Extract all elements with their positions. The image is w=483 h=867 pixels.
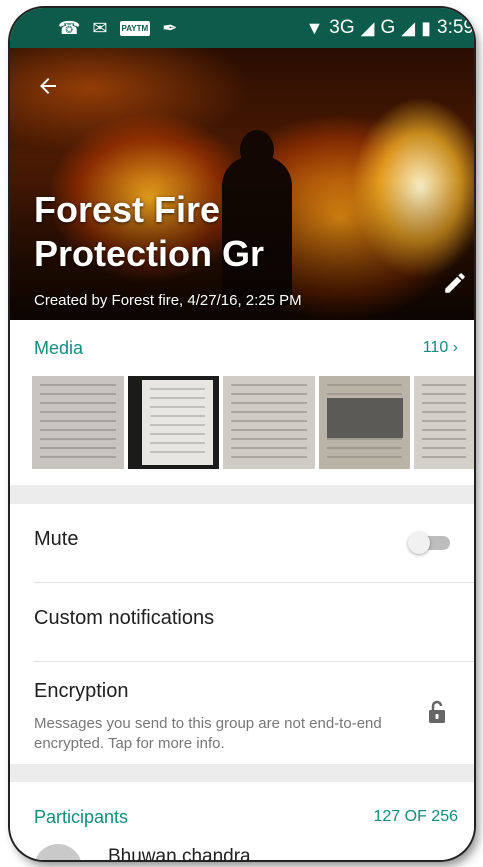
group-header-photo: Forest Fire Protection Gr Created by For…: [10, 48, 474, 320]
custom-notifications-label: Custom notifications: [34, 607, 215, 629]
mute-row[interactable]: Mute: [34, 504, 474, 583]
media-thumbnail[interactable]: [223, 376, 315, 469]
group-created-info: Created by Forest fire, 4/27/16, 2:25 PM: [34, 292, 302, 309]
encryption-description: Messages you send to this group are not …: [34, 715, 382, 752]
media-count-value: 110: [422, 339, 449, 356]
unlocked-lock-icon: [429, 700, 445, 723]
mute-toggle[interactable]: [408, 532, 450, 554]
encryption-row[interactable]: Encryption Messages you send to this gro…: [34, 662, 474, 762]
custom-notifications-row[interactable]: Custom notifications: [34, 583, 474, 662]
clock: 3:59: [437, 17, 474, 38]
media-thumbnail[interactable]: [414, 376, 474, 469]
avatar[interactable]: [34, 844, 82, 860]
encryption-label: Encryption: [34, 680, 129, 702]
media-thumbnail[interactable]: [318, 376, 411, 469]
mute-label: Mute: [34, 528, 79, 550]
pencil-icon: [445, 273, 465, 293]
participants-count: 127 OF 256: [373, 808, 459, 825]
edit-button[interactable]: [442, 270, 468, 301]
media-thumbnail[interactable]: [127, 376, 220, 469]
group-title: Forest Fire Protection Gr: [34, 189, 265, 274]
signal-type: G: [380, 17, 396, 38]
participant-name: Bhuwan chandra: [108, 846, 251, 860]
signal-icon: ◢: [360, 18, 375, 38]
media-header[interactable]: Media 110 ›: [10, 320, 474, 376]
arrow-left-icon: [40, 78, 56, 94]
battery-icon: ▮: [421, 18, 432, 38]
media-count[interactable]: 110 ›: [423, 339, 458, 357]
gmail-icon: ✉: [92, 18, 108, 38]
status-bar: ☎ ✉ PAYTM ✒ ▼ 3G ◢ G ◢ ▮ 3:59: [10, 8, 474, 48]
media-title: Media: [34, 337, 84, 358]
media-thumbnail[interactable]: [32, 376, 124, 469]
media-thumbnails: [10, 376, 474, 469]
participant-row[interactable]: Bhuwan chandra: [10, 840, 474, 860]
chevron-right-icon: ›: [452, 339, 458, 356]
network-type: 3G: [329, 17, 355, 38]
participants-section: Participants 127 OF 256 Bhuwan chandra: [10, 782, 474, 860]
settings-section: Mute Custom notifications Encryption Mes…: [10, 504, 474, 764]
toggle-knob: [408, 532, 430, 554]
participants-title: Participants: [34, 806, 129, 827]
missed-call-icon: ☎: [58, 18, 81, 38]
media-section: Media 110 ›: [10, 320, 474, 485]
phone-screen: ☎ ✉ PAYTM ✒ ▼ 3G ◢ G ◢ ▮ 3:59 Forest Fir…: [10, 8, 474, 860]
wifi-icon: ▼: [305, 18, 324, 38]
back-button[interactable]: [36, 74, 60, 103]
cleaner-icon: ✒: [162, 18, 178, 38]
paytm-icon: PAYTM: [119, 20, 151, 36]
participants-header: Participants 127 OF 256: [10, 794, 474, 840]
signal-icon-2: ◢: [401, 18, 416, 38]
